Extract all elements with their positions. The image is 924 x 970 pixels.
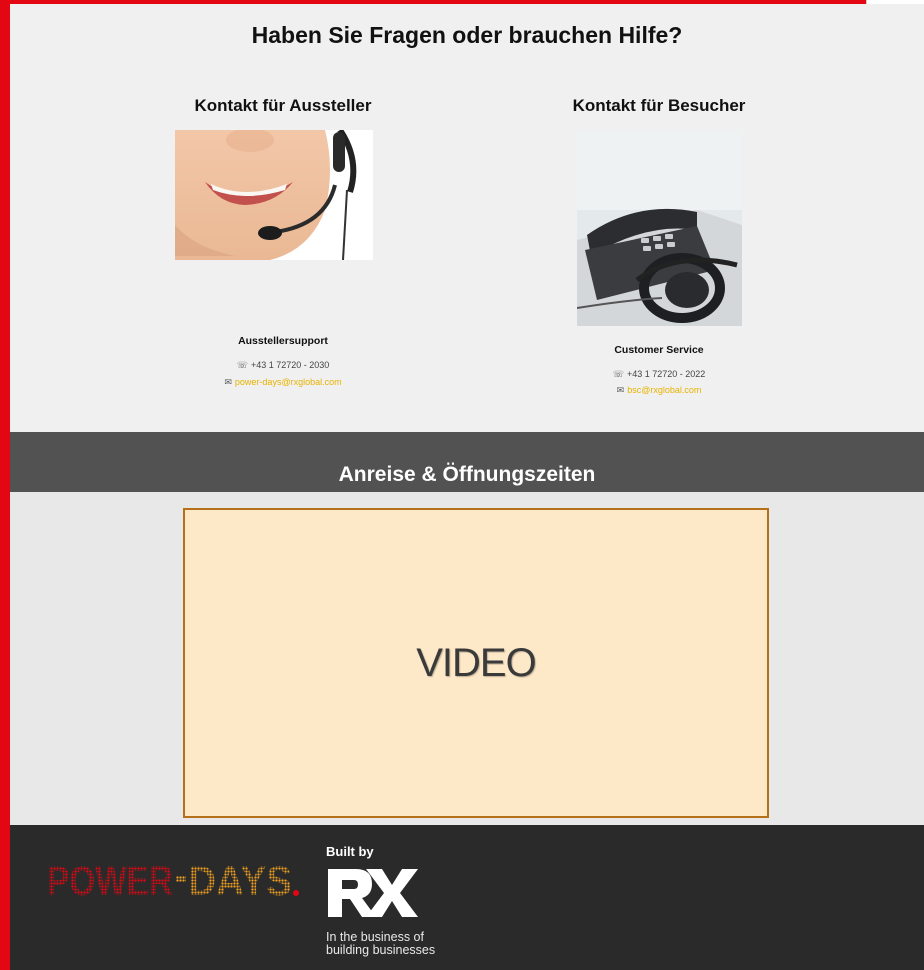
hours-title: Anreise & Öffnungszeiten	[338, 463, 596, 486]
rx-logo[interactable]	[326, 865, 418, 926]
exhibitor-email-link[interactable]: power-days@rxglobal.com	[235, 377, 342, 387]
power-days-logo[interactable]: POWER DAYS	[47, 855, 309, 906]
top-right-corner	[866, 0, 924, 4]
contact-section: Haben Sie Fragen oder brauchen Hilfe? Ko…	[10, 0, 924, 432]
left-accent-bar	[0, 0, 10, 970]
exhibitor-support-photo	[175, 130, 373, 260]
exhibitor-phone-line: ☏ +43 1 72720 - 2030	[153, 360, 413, 371]
hours-band: Anreise & Öffnungszeiten	[10, 432, 924, 492]
mail-icon: ✉	[224, 377, 232, 387]
visitor-email-link[interactable]: bsc@rxglobal.com	[627, 385, 701, 395]
svg-text:DAYS: DAYS	[188, 857, 292, 901]
visitor-support-name: Customer Service	[614, 344, 704, 356]
svg-text:POWER: POWER	[47, 857, 173, 901]
visitor-contact-heading: Kontakt für Besucher	[572, 96, 746, 115]
mail-icon: ✉	[616, 385, 625, 395]
contact-title: Haben Sie Fragen oder brauchen Hilfe?	[251, 22, 683, 48]
video-section: VIDEO	[10, 492, 924, 825]
visitor-email-line: ✉ bsc@rxglobal.com	[529, 385, 789, 396]
exhibitor-support-name: Ausstellersupport	[238, 335, 328, 347]
rx-tagline-line-2: building businesses	[326, 943, 436, 957]
phone-icon: ☏	[612, 369, 624, 379]
exhibitor-email-line: ✉ power-days@rxglobal.com	[153, 377, 413, 388]
exhibitor-phone[interactable]: +43 1 72720 - 2030	[251, 360, 329, 370]
footer: POWER DAYS Built by In the business of b…	[10, 825, 924, 970]
top-accent-bar	[0, 0, 866, 4]
visitor-phone-line: ☏ +43 1 72720 - 2022	[529, 369, 789, 380]
exhibitor-contact-heading: Kontakt für Aussteller	[194, 96, 372, 115]
visitor-support-photo	[577, 130, 742, 326]
visitor-phone[interactable]: +43 1 72720 - 2022	[627, 369, 705, 379]
video-label: VIDEO	[416, 640, 536, 685]
video-placeholder[interactable]: VIDEO	[183, 508, 769, 818]
rx-tagline: In the business of building businesses	[326, 931, 435, 957]
phone-icon: ☏	[236, 360, 248, 370]
built-by-label: Built by	[326, 844, 374, 859]
